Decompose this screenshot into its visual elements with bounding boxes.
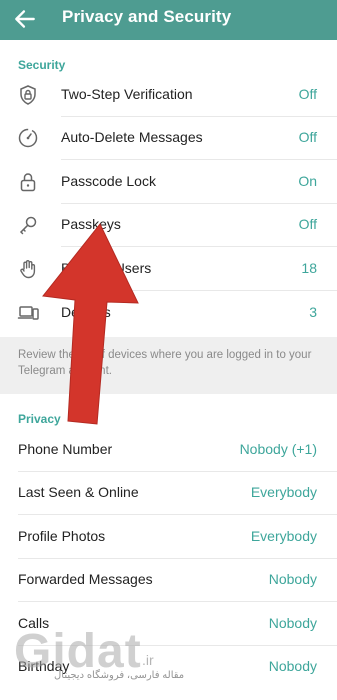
devices-icon [17, 306, 39, 320]
security-section-heading: Security [18, 58, 66, 72]
blocked-users-label: Blocked Users [61, 260, 152, 276]
calls-value: Nobody [268, 615, 317, 631]
profile-photos-value: Everybody [250, 528, 317, 544]
back-arrow-icon[interactable] [12, 6, 38, 32]
hand-icon [20, 260, 36, 279]
phone-number-label: Phone Number [18, 441, 113, 457]
auto-delete-messages-value: Off [298, 129, 317, 145]
last-seen-row[interactable]: Last Seen & Online Everybody [0, 472, 337, 515]
passcode-lock-value: On [298, 173, 317, 189]
devices-label: Devices [61, 304, 111, 320]
forwarded-messages-value: Nobody [268, 571, 317, 587]
last-seen-value: Everybody [250, 484, 317, 500]
auto-delete-messages-row[interactable]: Auto-Delete Messages Off [0, 117, 337, 160]
devices-value: 3 [309, 304, 317, 320]
passkeys-row[interactable]: Passkeys Off [0, 204, 337, 247]
privacy-section-heading: Privacy [18, 412, 61, 426]
profile-photos-label: Profile Photos [18, 528, 106, 544]
two-step-verification-row[interactable]: Two-Step Verification Off [0, 74, 337, 117]
divider [61, 290, 337, 291]
page-title: Privacy and Security [62, 7, 232, 26]
forwarded-messages-row[interactable]: Forwarded Messages Nobody [0, 559, 337, 602]
last-seen-label: Last Seen & Online [18, 484, 139, 500]
two-step-verification-label: Two-Step Verification [61, 86, 193, 102]
forwarded-messages-label: Forwarded Messages [18, 571, 153, 587]
timer-icon [18, 128, 38, 148]
divider [18, 601, 337, 602]
gidat-watermark: Gidat .ir مقاله فارسی، فروشگاه دیجیتال [14, 624, 194, 694]
passkeys-label: Passkeys [61, 216, 121, 232]
watermark-domain: .ir [142, 652, 154, 668]
passkeys-value: Off [298, 216, 317, 232]
devices-info-text: Review the list of devices where you are… [18, 349, 312, 377]
two-step-verification-value: Off [298, 86, 317, 102]
devices-row[interactable]: Devices 3 [0, 292, 337, 335]
app-bar: Privacy and Security [0, 0, 337, 40]
devices-info-box: Review the list of devices where you are… [0, 337, 337, 394]
passcode-lock-row[interactable]: Passcode Lock On [0, 161, 337, 204]
divider [61, 159, 337, 160]
blocked-users-value: 18 [301, 260, 317, 276]
blocked-users-row[interactable]: Blocked Users 18 [0, 248, 337, 291]
passcode-lock-label: Passcode Lock [61, 173, 156, 189]
shield-lock-icon [20, 85, 36, 105]
divider [61, 246, 337, 247]
profile-photos-row[interactable]: Profile Photos Everybody [0, 516, 337, 559]
key-icon [19, 216, 37, 235]
divider [18, 514, 337, 515]
phone-number-row[interactable]: Phone Number Nobody (+1) [0, 429, 337, 472]
phone-number-value: Nobody (+1) [239, 441, 317, 457]
watermark-tagline: مقاله فارسی، فروشگاه دیجیتال [54, 670, 185, 681]
auto-delete-messages-label: Auto-Delete Messages [61, 129, 203, 145]
birthday-value: Nobody [268, 658, 317, 674]
lock-icon [20, 173, 36, 192]
